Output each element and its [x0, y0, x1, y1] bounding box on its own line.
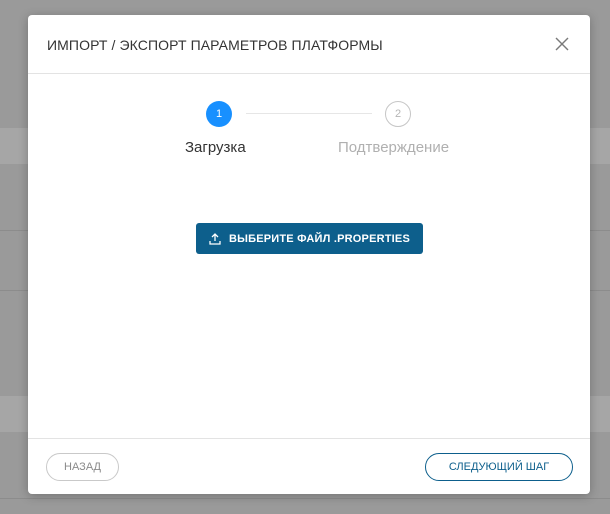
upload-icon [209, 232, 221, 245]
step-2-label: Подтверждение [338, 139, 450, 156]
step-2-indicator: 2 [385, 101, 411, 127]
step-1-indicator: 1 [206, 101, 232, 127]
dialog-header: ИМПОРТ / ЭКСПОРТ ПАРАМЕТРОВ ПЛАТФОРМЫ [28, 15, 590, 74]
step-1-label: Загрузка [185, 139, 246, 156]
dialog-footer: НАЗАД СЛЕДУЮЩИЙ ШАГ [28, 438, 590, 494]
import-export-dialog: ИМПОРТ / ЭКСПОРТ ПАРАМЕТРОВ ПЛАТФОРМЫ 1 … [28, 15, 590, 494]
dialog-title: ИМПОРТ / ЭКСПОРТ ПАРАМЕТРОВ ПЛАТФОРМЫ [47, 37, 383, 53]
select-file-button[interactable]: ВЫБЕРИТЕ ФАЙЛ .PROPERTIES [196, 223, 423, 254]
background-header-strip [590, 128, 610, 164]
close-icon [555, 37, 569, 51]
select-file-label: ВЫБЕРИТЕ ФАЙЛ .PROPERTIES [228, 232, 410, 245]
next-step-button[interactable]: СЛЕДУЮЩИЙ ШАГ [425, 453, 573, 481]
background-header-strip [0, 396, 28, 432]
close-button[interactable] [554, 36, 570, 52]
step-connector [246, 113, 372, 114]
background-header-strip [0, 128, 28, 164]
background-header-strip [590, 396, 610, 432]
background-divider [0, 230, 28, 231]
background-divider [0, 498, 610, 499]
background-divider [0, 290, 28, 291]
background-divider [590, 290, 610, 291]
background-divider [590, 230, 610, 231]
stepper: 1 2 Загрузка Подтверждение [28, 101, 590, 161]
back-button[interactable]: НАЗАД [46, 453, 119, 481]
